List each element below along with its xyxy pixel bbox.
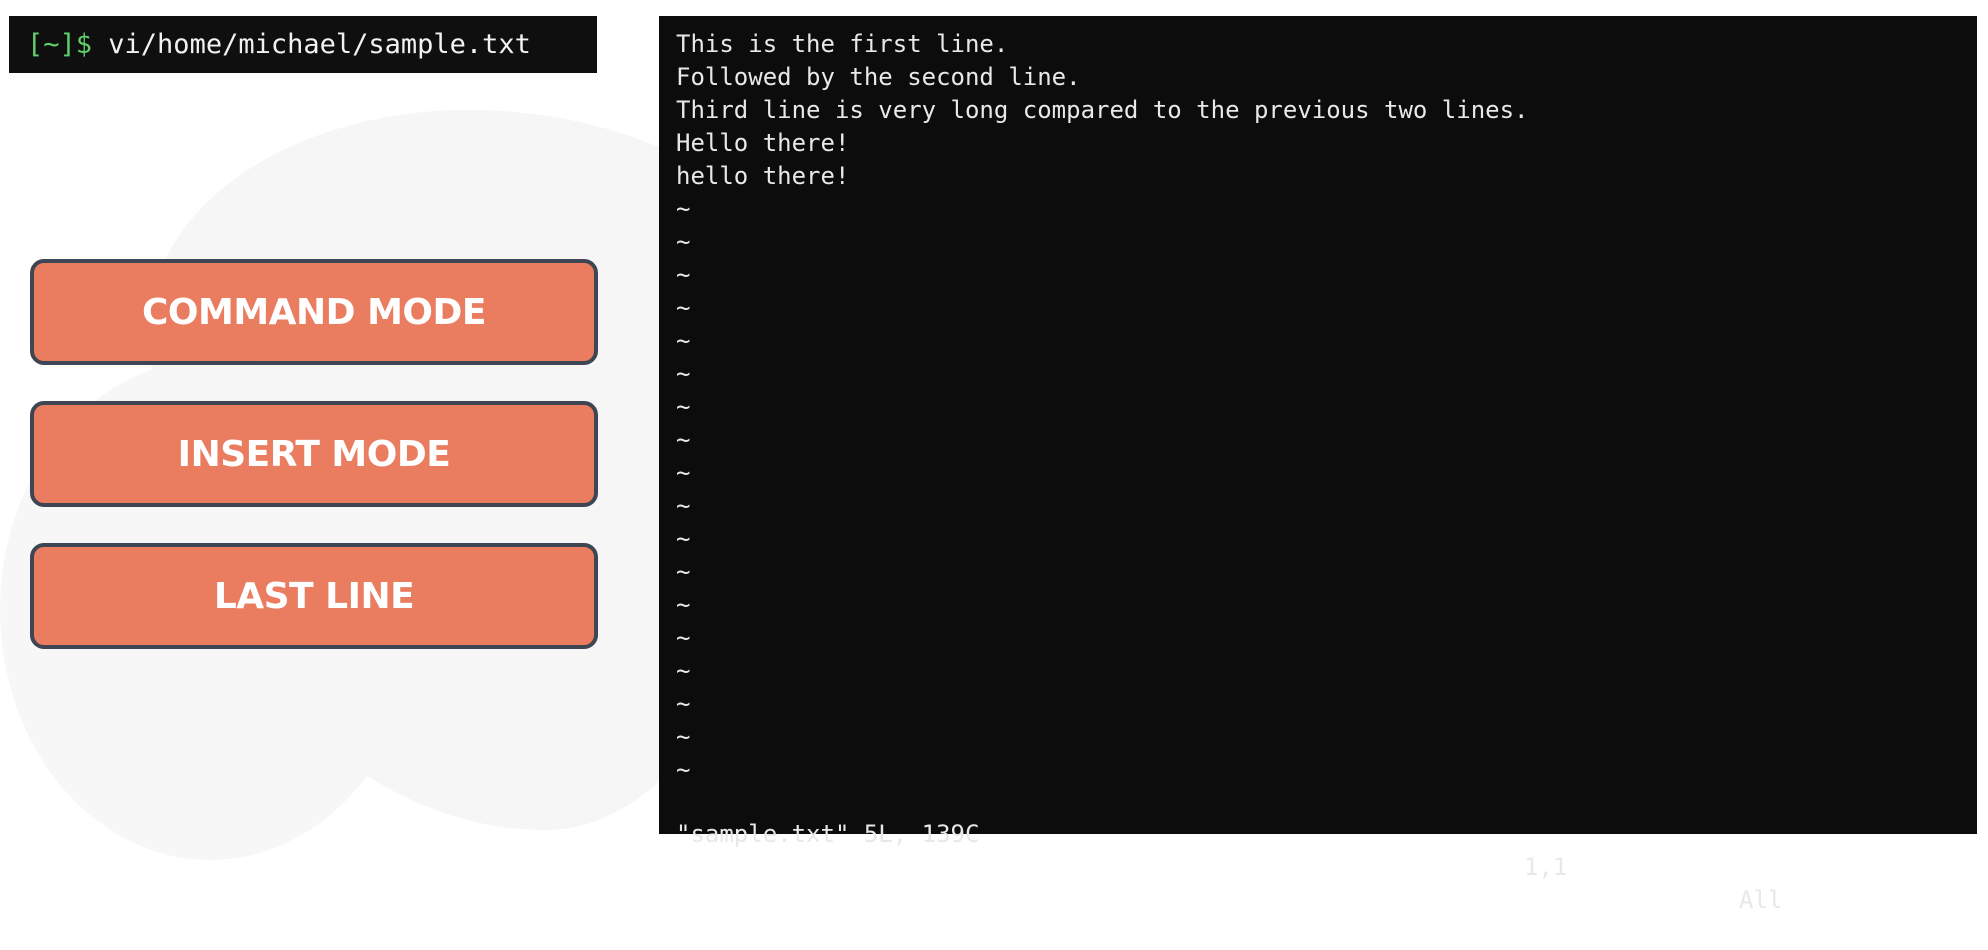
empty-line-marker: ~ (676, 624, 691, 652)
empty-line-marker: ~ (676, 360, 691, 388)
command-mode-button[interactable]: COMMAND MODE (30, 259, 598, 365)
empty-line-marker: ~ (676, 393, 691, 421)
empty-line-marker: ~ (676, 525, 691, 553)
editor-line: Followed by the second line. (676, 63, 1081, 91)
empty-line-marker: ~ (676, 426, 691, 454)
empty-line-marker: ~ (676, 657, 691, 685)
empty-line-marker: ~ (676, 294, 691, 322)
editor-line: This is the first line. (676, 30, 1009, 58)
editor-status-line: "sample.txt" 5L, 139C 1,1 All (676, 785, 1956, 914)
vi-editor-terminal[interactable]: This is the first line. Followed by the … (659, 16, 1977, 914)
empty-line-marker: ~ (676, 690, 691, 718)
last-line-button[interactable]: LAST LINE (30, 543, 598, 649)
editor-line: Third line is very long compared to the … (676, 96, 1529, 124)
shell-prompt-bar: [~]$ vi/home/michael/sample.txt (9, 16, 597, 73)
last-line-label: LAST LINE (213, 575, 415, 617)
empty-line-marker: ~ (676, 327, 691, 355)
editor-line: hello there! (676, 162, 850, 190)
status-cursor-position: 1,1 (1524, 853, 1568, 881)
empty-line-marker: ~ (676, 261, 691, 289)
empty-line-marker: ~ (676, 591, 691, 619)
status-view-indicator: All (1739, 886, 1783, 914)
command-mode-label: COMMAND MODE (142, 291, 486, 333)
prompt-command: vi/home/michael/sample.txt (92, 29, 531, 60)
insert-mode-button[interactable]: INSERT MODE (30, 401, 598, 507)
prompt-symbol: [~]$ (27, 29, 93, 60)
empty-line-marker: ~ (676, 723, 691, 751)
insert-mode-label: INSERT MODE (177, 433, 451, 475)
empty-line-marker: ~ (676, 228, 691, 256)
editor-line: Hello there! (676, 129, 850, 157)
empty-line-marker: ~ (676, 756, 691, 784)
empty-line-marker: ~ (676, 492, 691, 520)
empty-line-marker: ~ (676, 459, 691, 487)
empty-line-marker: ~ (676, 195, 691, 223)
status-file-info: "sample.txt" 5L, 139C (676, 820, 980, 848)
empty-line-marker: ~ (676, 558, 691, 586)
